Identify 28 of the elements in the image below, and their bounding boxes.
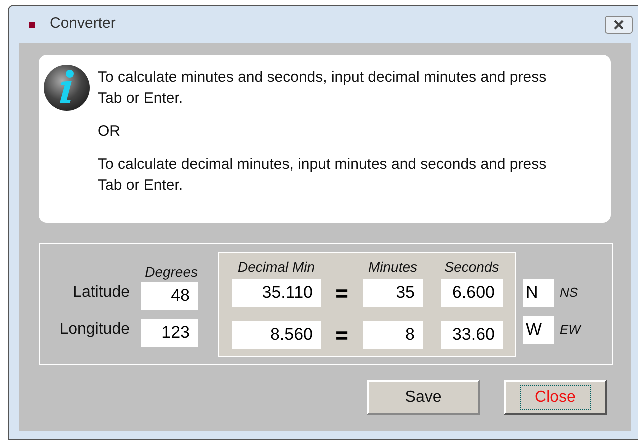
info-text: To calculate decimal minutes, input minutes and seconds and press Tab or Enter. [98,155,548,196]
column-header: Decimal Min [236,258,316,276]
hemisphere-hint: EW [560,320,581,339]
seconds-field[interactable]: 6.600 [441,279,503,307]
dialog-button[interactable]: Save [367,380,480,415]
degrees-field[interactable]: 123 [141,318,198,346]
window-title: Converter [50,14,116,34]
hemisphere-hint: NS [560,284,578,302]
close-icon[interactable] [605,16,633,34]
minutes-field[interactable]: 35 [363,279,423,307]
row-label: Longitude [60,320,130,340]
info-icon [43,64,91,112]
minutes-field[interactable]: 8 [363,321,423,349]
decimal-minutes-field[interactable]: 35.110 [232,279,321,307]
hemisphere-field[interactable]: W [523,316,554,344]
column-header: Degrees [145,262,198,282]
degrees-field[interactable]: 48 [141,282,198,310]
decimal-minutes-field[interactable]: 8.560 [232,321,321,349]
row-label: Latitude [73,282,130,302]
equals-sign: = [334,280,350,308]
equals-sign: = [334,322,350,350]
app-icon [29,22,35,28]
info-text: OR [98,122,122,142]
column-header: Seconds [444,258,500,276]
seconds-field[interactable]: 33.60 [441,321,503,349]
column-header: Minutes [367,258,419,276]
info-text: To calculate minutes and seconds, input decimal minutes and press Tab or Enter. [98,68,548,109]
hemisphere-field[interactable]: N [523,278,554,306]
